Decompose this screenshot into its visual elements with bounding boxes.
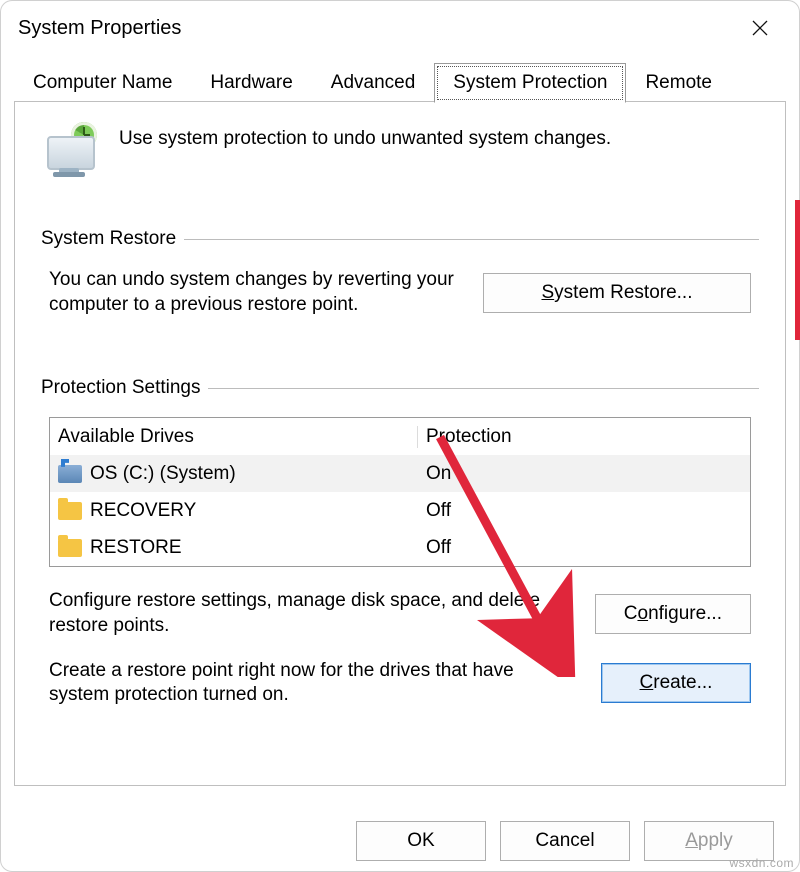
system-restore-icon — [41, 122, 97, 178]
group-system-restore-label: System Restore — [41, 228, 176, 250]
drive-name: RESTORE — [90, 537, 182, 559]
group-protection-settings-label: Protection Settings — [41, 377, 200, 399]
system-properties-window: System Properties Computer Name Hardware… — [0, 0, 800, 872]
system-drive-icon — [58, 465, 82, 483]
system-restore-button[interactable]: System Restore... — [483, 273, 751, 313]
tab-strip: Computer Name Hardware Advanced System P… — [0, 56, 800, 102]
tab-remote[interactable]: Remote — [626, 63, 731, 102]
intro-section: Use system protection to undo unwanted s… — [41, 122, 759, 178]
tab-computer-name[interactable]: Computer Name — [14, 63, 191, 102]
table-row[interactable]: RESTORE Off — [50, 529, 750, 566]
dialog-button-bar: OK Cancel Apply — [0, 810, 800, 872]
system-restore-button-rest: ystem Restore... — [554, 282, 692, 303]
apply-button[interactable]: Apply — [644, 821, 774, 861]
group-protection-settings: Protection Settings — [41, 377, 759, 399]
close-icon — [751, 19, 769, 37]
create-description: Create a restore point right now for the… — [49, 659, 577, 708]
folder-icon — [58, 539, 82, 557]
watermark: wsxdn.com — [729, 856, 794, 870]
create-button[interactable]: Create... — [601, 663, 751, 703]
drive-status: On — [418, 463, 750, 485]
title-bar: System Properties — [0, 0, 800, 56]
tab-advanced[interactable]: Advanced — [312, 63, 435, 102]
folder-icon — [58, 502, 82, 520]
tab-panel-system-protection: Use system protection to undo unwanted s… — [14, 102, 786, 786]
col-header-protection: Protection — [418, 426, 750, 448]
tab-system-protection[interactable]: System Protection — [434, 63, 626, 103]
close-button[interactable] — [732, 6, 788, 50]
drive-name: OS (C:) (System) — [90, 463, 236, 485]
configure-button[interactable]: Configure... — [595, 594, 751, 634]
configure-description: Configure restore settings, manage disk … — [49, 589, 571, 638]
drive-name: RECOVERY — [90, 500, 196, 522]
table-row[interactable]: OS (C:) (System) On — [50, 455, 750, 492]
table-row[interactable]: RECOVERY Off — [50, 492, 750, 529]
drive-status: Off — [418, 500, 750, 522]
col-header-drives: Available Drives — [50, 426, 418, 448]
accent-stripe — [795, 200, 800, 340]
window-title: System Properties — [18, 17, 181, 40]
intro-text: Use system protection to undo unwanted s… — [119, 122, 611, 150]
drives-table: Available Drives Protection OS (C:) (Sys… — [49, 417, 751, 567]
ok-button[interactable]: OK — [356, 821, 486, 861]
group-system-restore: System Restore — [41, 228, 759, 250]
tab-hardware[interactable]: Hardware — [191, 63, 311, 102]
system-restore-description: You can undo system changes by reverting… — [49, 268, 459, 317]
drive-status: Off — [418, 537, 750, 559]
cancel-button[interactable]: Cancel — [500, 821, 630, 861]
